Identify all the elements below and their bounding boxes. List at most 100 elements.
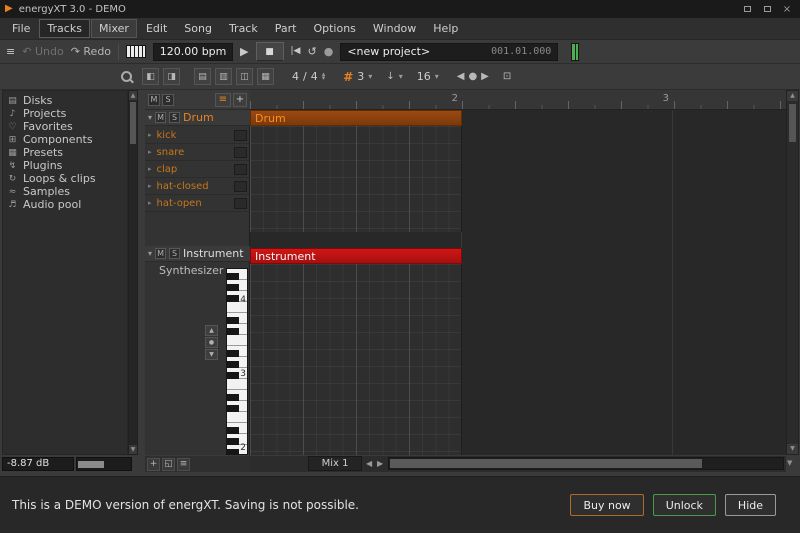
- menu-part[interactable]: Part: [267, 19, 305, 38]
- nav-next-button[interactable]: ▶: [481, 71, 489, 82]
- scroll-thumb[interactable]: [390, 459, 702, 468]
- grid-division-value[interactable]: 3: [357, 70, 364, 83]
- list-view-button[interactable]: ≡: [177, 458, 190, 471]
- view-panes-button[interactable]: ◫: [236, 68, 253, 85]
- lane-indicator[interactable]: [234, 147, 247, 158]
- menu-help[interactable]: Help: [425, 19, 466, 38]
- instrument-clip-grid[interactable]: [250, 264, 462, 455]
- resize-grip-icon[interactable]: ◱: [162, 458, 175, 471]
- scroll-up-icon[interactable]: ▲: [787, 91, 798, 101]
- expand-icon[interactable]: ▸: [148, 148, 152, 156]
- nav-prev-button[interactable]: ◀: [457, 71, 465, 82]
- unlock-button[interactable]: Unlock: [653, 494, 716, 516]
- vertical-scrollbar[interactable]: ▲ ▼: [786, 90, 799, 455]
- scroll-up-icon[interactable]: ▲: [129, 91, 137, 100]
- redo-button[interactable]: ↷ Redo: [71, 45, 111, 58]
- timesig-denominator[interactable]: 4: [311, 70, 318, 83]
- browser-item-audio-pool[interactable]: ♬Audio pool: [3, 198, 127, 211]
- menu-mixer[interactable]: Mixer: [91, 19, 137, 38]
- instrument-clip[interactable]: Instrument: [250, 248, 462, 264]
- restore-button[interactable]: [759, 3, 775, 16]
- scroll-thumb-icon[interactable]: ●: [205, 337, 218, 348]
- menu-file[interactable]: File: [4, 19, 38, 38]
- drum-track-header[interactable]: ▾ M S Drum: [145, 110, 250, 126]
- browser-item-samples[interactable]: ≈Samples: [3, 185, 127, 198]
- snap-value-dropdown-icon[interactable]: ▾: [435, 72, 439, 81]
- snap-grid-toggle[interactable]: #: [343, 70, 353, 84]
- menu-options[interactable]: Options: [305, 19, 363, 38]
- timesig-numerator[interactable]: 4: [292, 70, 299, 83]
- hide-button[interactable]: Hide: [725, 494, 776, 516]
- browser-item-components[interactable]: ⊞Components: [3, 133, 127, 146]
- drum-clip[interactable]: Drum: [250, 110, 462, 126]
- track-menu-button[interactable]: ≡: [215, 93, 231, 107]
- corner-scroll-icon[interactable]: ▼: [787, 459, 792, 467]
- drum-solo-button[interactable]: S: [169, 112, 180, 123]
- master-solo-button[interactable]: S: [162, 94, 174, 106]
- drum-mute-button[interactable]: M: [155, 112, 166, 123]
- scroll-thumb[interactable]: [789, 104, 796, 142]
- keyboard-scroll-control[interactable]: ▲ ● ▼: [205, 325, 218, 360]
- buy-now-button[interactable]: Buy now: [570, 494, 643, 516]
- browser-item-disks[interactable]: ▤Disks: [3, 94, 127, 107]
- collapse-icon[interactable]: ▾: [148, 249, 152, 258]
- browser-scrollbar[interactable]: ▲ ▼: [128, 90, 138, 455]
- drum-lane-kick[interactable]: ▸ kick: [145, 127, 250, 144]
- play-button[interactable]: ▶: [240, 46, 248, 57]
- view-rows-button[interactable]: ▤: [194, 68, 211, 85]
- menu-song[interactable]: Song: [176, 19, 220, 38]
- scroll-up-icon[interactable]: ▲: [205, 325, 218, 336]
- zoom-fit-button[interactable]: ⊡: [503, 71, 511, 82]
- scroll-down-icon[interactable]: ▼: [787, 444, 798, 454]
- horizontal-scrollbar[interactable]: [388, 457, 784, 470]
- expand-icon[interactable]: ▸: [148, 182, 152, 190]
- instrument-mute-button[interactable]: M: [155, 248, 166, 259]
- snap-value[interactable]: 16: [417, 70, 431, 83]
- drum-lane-clap[interactable]: ▸ clap: [145, 161, 250, 178]
- timeline-ruler[interactable]: 2 3: [250, 90, 786, 110]
- record-button[interactable]: ●: [324, 46, 334, 57]
- drum-clip-grid[interactable]: [250, 126, 462, 232]
- tab-next-icon[interactable]: ▶: [377, 459, 383, 468]
- expand-icon[interactable]: ▸: [148, 199, 152, 207]
- drum-lane-hat-open[interactable]: ▸ hat-open: [145, 195, 250, 212]
- add-track-button[interactable]: +: [233, 93, 247, 107]
- browser-item-projects[interactable]: ♪Projects: [3, 107, 127, 120]
- view-grid-button[interactable]: ▦: [257, 68, 274, 85]
- zoom-tool-icon[interactable]: [120, 70, 134, 84]
- nav-center-button[interactable]: ●: [468, 71, 477, 82]
- level-meter[interactable]: [76, 457, 132, 471]
- browser-item-presets[interactable]: ▦Presets: [3, 146, 127, 159]
- project-display[interactable]: <new project> 001.01.000: [340, 43, 558, 61]
- browser-item-plugins[interactable]: ↯Plugins: [3, 159, 127, 172]
- scroll-down-icon[interactable]: ▼: [205, 349, 218, 360]
- mixer-tab[interactable]: Mix 1: [308, 456, 362, 471]
- stop-button[interactable]: ■: [256, 42, 284, 61]
- expand-icon[interactable]: ▸: [148, 131, 152, 139]
- grid-division-dropdown-icon[interactable]: ▾: [368, 72, 372, 81]
- menu-tracks[interactable]: Tracks: [39, 19, 90, 38]
- arrangement-area[interactable]: 2 3 Drum Instrument: [250, 90, 786, 455]
- skip-start-button[interactable]: |◀: [291, 47, 301, 56]
- menu-window[interactable]: Window: [365, 19, 424, 38]
- view-split-left-button[interactable]: ◧: [142, 68, 159, 85]
- piano-keyboard[interactable]: 4 3 2: [226, 268, 248, 455]
- drum-lane-snare[interactable]: ▸ snare: [145, 144, 250, 161]
- view-columns-button[interactable]: ▥: [215, 68, 232, 85]
- instrument-track-header[interactable]: ▾ M S Instrument: [145, 246, 250, 262]
- add-button[interactable]: +: [147, 458, 160, 471]
- bpm-display[interactable]: 120.00 bpm: [153, 43, 233, 61]
- instrument-solo-button[interactable]: S: [169, 248, 180, 259]
- loop-button[interactable]: ↺: [307, 46, 316, 57]
- db-readout[interactable]: -8.87 dB: [2, 457, 74, 471]
- lane-indicator[interactable]: [234, 198, 247, 209]
- view-split-right-button[interactable]: ◨: [163, 68, 180, 85]
- timesig-stepper[interactable]: ▴▾: [322, 73, 326, 81]
- browser-item-loops[interactable]: ↻Loops & clips: [3, 172, 127, 185]
- lane-indicator[interactable]: [234, 164, 247, 175]
- menu-track[interactable]: Track: [221, 19, 266, 38]
- scroll-thumb[interactable]: [130, 102, 136, 144]
- main-menu-icon[interactable]: ≡: [6, 46, 15, 57]
- tab-prev-icon[interactable]: ◀: [366, 459, 372, 468]
- note-length-dropdown-icon[interactable]: ▾: [399, 72, 403, 81]
